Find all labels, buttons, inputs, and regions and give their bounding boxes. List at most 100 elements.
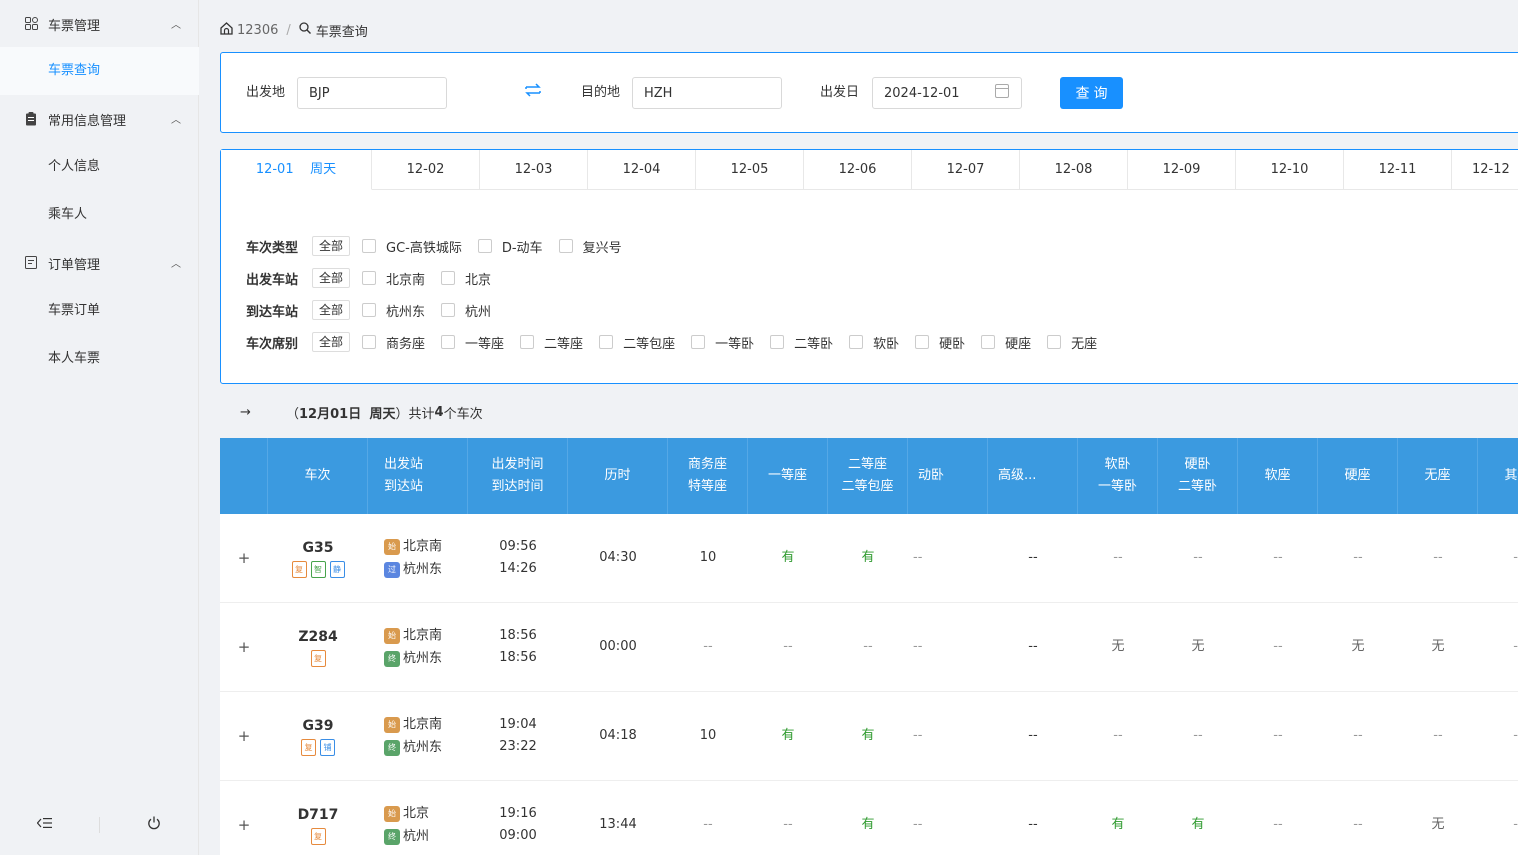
swap-icon[interactable] — [523, 82, 543, 102]
filter-checkbox[interactable]: 复兴号 — [558, 237, 622, 256]
filter-checkbox[interactable]: 二等卧 — [770, 333, 833, 352]
checkbox-box[interactable] — [558, 239, 573, 253]
filter-checkbox[interactable]: 北京南 — [362, 269, 425, 288]
checkbox-box[interactable] — [981, 335, 996, 349]
checkbox-box[interactable] — [362, 239, 377, 253]
query-button[interactable]: 查询 — [1060, 77, 1123, 109]
tab-date-9[interactable]: 12-10 — [1236, 150, 1344, 190]
tab-date-0[interactable]: 12-01 周天 — [221, 150, 372, 190]
tab-date-2[interactable]: 12-03 — [480, 150, 588, 190]
menu-group-ticket[interactable]: 车票管理 ︿ — [0, 0, 199, 48]
checkbox-box[interactable] — [691, 335, 706, 349]
checkbox-box[interactable] — [441, 271, 456, 285]
filter-row: 车次席别 全部 商务座 一等座 二等座 二等包座 一等卧 二等卧 软卧 硬卧 硬座 无座 — [246, 331, 1113, 353]
end-station-tag: 过 — [384, 561, 400, 578]
checkbox-box[interactable] — [599, 335, 614, 349]
filter-checkbox[interactable]: 杭州 — [441, 301, 491, 320]
checkbox-box[interactable] — [441, 335, 456, 349]
checkbox-box[interactable] — [362, 271, 377, 285]
station-cell: 始北京南终杭州东 — [368, 692, 468, 780]
sidebar-item-my-tickets[interactable]: 本人车票 — [0, 335, 199, 383]
train-number[interactable]: G39 — [303, 717, 334, 735]
sidebar-item-passengers[interactable]: 乘车人 — [0, 191, 199, 239]
filter-all-button[interactable]: 全部 — [312, 236, 351, 256]
power-icon[interactable] — [147, 816, 161, 834]
filter-all-button[interactable]: 全部 — [312, 332, 351, 352]
tab-date-4[interactable]: 12-05 — [696, 150, 804, 190]
expand-plus-icon[interactable]: + — [238, 547, 251, 569]
header-text: 出发站 — [384, 457, 424, 472]
menu-fold-icon[interactable] — [36, 817, 52, 833]
tab-date-11[interactable]: 12-12 — [1452, 150, 1518, 190]
sidebar-item-ticket-orders[interactable]: 车票订单 — [0, 287, 199, 335]
menu-group-orders[interactable]: 订单管理 ︿ — [0, 239, 199, 287]
tab-date-7[interactable]: 12-08 — [1020, 150, 1128, 190]
checkbox-label: 北京南 — [386, 272, 426, 288]
filter-checkbox[interactable]: 硬座 — [981, 333, 1031, 352]
seat-cell: 有 — [828, 514, 908, 602]
checkbox-box[interactable] — [477, 239, 492, 253]
header-text: 动卧 — [918, 468, 945, 483]
checkbox-box[interactable] — [915, 335, 930, 349]
seat-cell: -- — [1318, 692, 1398, 780]
header-text: 历时 — [604, 468, 631, 483]
filter-checkbox[interactable]: D-动车 — [477, 237, 543, 256]
tab-date-3[interactable]: 12-04 — [588, 150, 696, 190]
checkbox-box[interactable] — [770, 335, 785, 349]
filter-checkbox[interactable]: 北京 — [441, 269, 491, 288]
filter-checkbox[interactable]: 二等座 — [520, 333, 583, 352]
seat-cell: -- — [668, 781, 748, 855]
filter-checkbox[interactable]: 杭州东 — [362, 301, 425, 320]
checkbox-box[interactable] — [1047, 335, 1062, 349]
checkbox-box[interactable] — [849, 335, 864, 349]
tab-date-8[interactable]: 12-09 — [1128, 150, 1236, 190]
train-cell: Z284 复 — [268, 603, 368, 691]
filter-checkbox[interactable]: 商务座 — [362, 333, 425, 352]
filter-checkbox[interactable]: 软卧 — [849, 333, 899, 352]
seat-availability: 无 — [1351, 639, 1365, 654]
filter-checkbox[interactable]: GC-高铁城际 — [362, 237, 462, 256]
filter-all-button[interactable]: 全部 — [312, 300, 351, 320]
filter-checkbox[interactable]: 一等卧 — [691, 333, 754, 352]
summary-suffix: 个车次 — [443, 406, 483, 422]
checkbox-label: 一等卧 — [715, 336, 755, 352]
filter-checkbox[interactable]: 无座 — [1047, 333, 1097, 352]
tab-date-5[interactable]: 12-06 — [804, 150, 912, 190]
seat-availability: 无 — [1431, 817, 1445, 832]
filter-all-button[interactable]: 全部 — [312, 268, 351, 288]
train-number[interactable]: D717 — [298, 806, 339, 824]
calendar-icon[interactable] — [995, 84, 1009, 98]
home-icon[interactable] — [220, 21, 233, 39]
checkbox-box[interactable] — [362, 303, 377, 317]
train-number[interactable]: G35 — [303, 539, 334, 557]
train-cell: G39 复铺 — [268, 692, 368, 780]
sidebar-item-ticket-query[interactable]: 车票查询 — [0, 47, 199, 95]
seat-cell: -- — [828, 603, 908, 691]
breadcrumb-home[interactable]: 12306 — [237, 23, 278, 38]
summary-open: （ — [286, 406, 300, 422]
table-row[interactable]: + G35 复智静 始北京南过杭州东 09:56 14:26 04:30 10 有 有 -- -- --… — [220, 514, 1518, 603]
filter-checkbox[interactable]: 一等座 — [441, 333, 504, 352]
checkbox-box[interactable] — [362, 335, 377, 349]
from-station-input[interactable] — [297, 77, 447, 109]
table-row[interactable]: + G39 复铺 始北京南终杭州东 19:04 23:22 04:18 10 有 有 -- -- -- -… — [220, 692, 1518, 781]
table-row[interactable]: + Z284 复 始北京南终杭州东 18:56 18:56 00:00 -- -- -- -- -- 无… — [220, 603, 1518, 692]
train-number[interactable]: Z284 — [298, 628, 337, 646]
tab-date-1[interactable]: 12-02 — [372, 150, 480, 190]
tab-date-6[interactable]: 12-07 — [912, 150, 1020, 190]
table-row[interactable]: + D717 复 始北京终杭州 19:16 09:00 13:44 -- -- 有 -- -- 有 有 --… — [220, 781, 1518, 855]
seat-cell: 无 — [1078, 603, 1158, 691]
expand-plus-icon[interactable]: + — [238, 725, 251, 747]
checkbox-box[interactable] — [520, 335, 535, 349]
seat-availability: 10 — [699, 550, 717, 565]
to-station-input[interactable] — [632, 77, 782, 109]
sidebar-item-personal-info[interactable]: 个人信息 — [0, 143, 199, 191]
header-cell: 硬卧 二等卧 — [1158, 438, 1238, 514]
filter-checkbox[interactable]: 二等包座 — [599, 333, 675, 352]
checkbox-box[interactable] — [441, 303, 456, 317]
menu-group-common-info[interactable]: 常用信息管理 ︿ — [0, 95, 199, 143]
expand-plus-icon[interactable]: + — [238, 636, 251, 658]
tab-date-10[interactable]: 12-11 — [1344, 150, 1452, 190]
filter-checkbox[interactable]: 硬卧 — [915, 333, 965, 352]
expand-plus-icon[interactable]: + — [238, 814, 251, 836]
